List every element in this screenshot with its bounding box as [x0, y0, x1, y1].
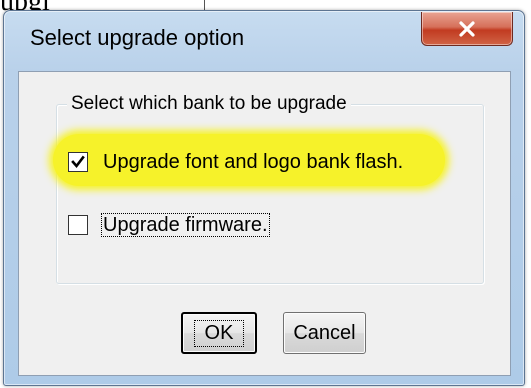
ok-button[interactable]: OK [181, 312, 257, 354]
cancel-button[interactable]: Cancel [283, 312, 366, 354]
font-logo-label[interactable]: Upgrade font and logo bank flash. [103, 150, 403, 174]
dialog-title: Select upgrade option [30, 25, 245, 50]
font-logo-checkbox[interactable] [68, 152, 88, 172]
checkmark-icon [71, 155, 85, 169]
bank-groupbox [56, 104, 484, 284]
close-button[interactable] [421, 12, 513, 46]
dialog-window: Select upgrade option Select which bank … [3, 10, 525, 386]
groupbox-legend: Select which bank to be upgrade [67, 93, 351, 115]
firmware-label-wrapper[interactable]: Upgrade firmware. [101, 213, 270, 237]
close-icon [459, 20, 475, 37]
dialog-body: Select which bank to be upgrade Upgrade … [18, 71, 511, 376]
ok-label: OK [193, 319, 245, 347]
firmware-checkbox[interactable] [68, 215, 88, 235]
firmware-label[interactable]: Upgrade firmware. [101, 213, 270, 237]
